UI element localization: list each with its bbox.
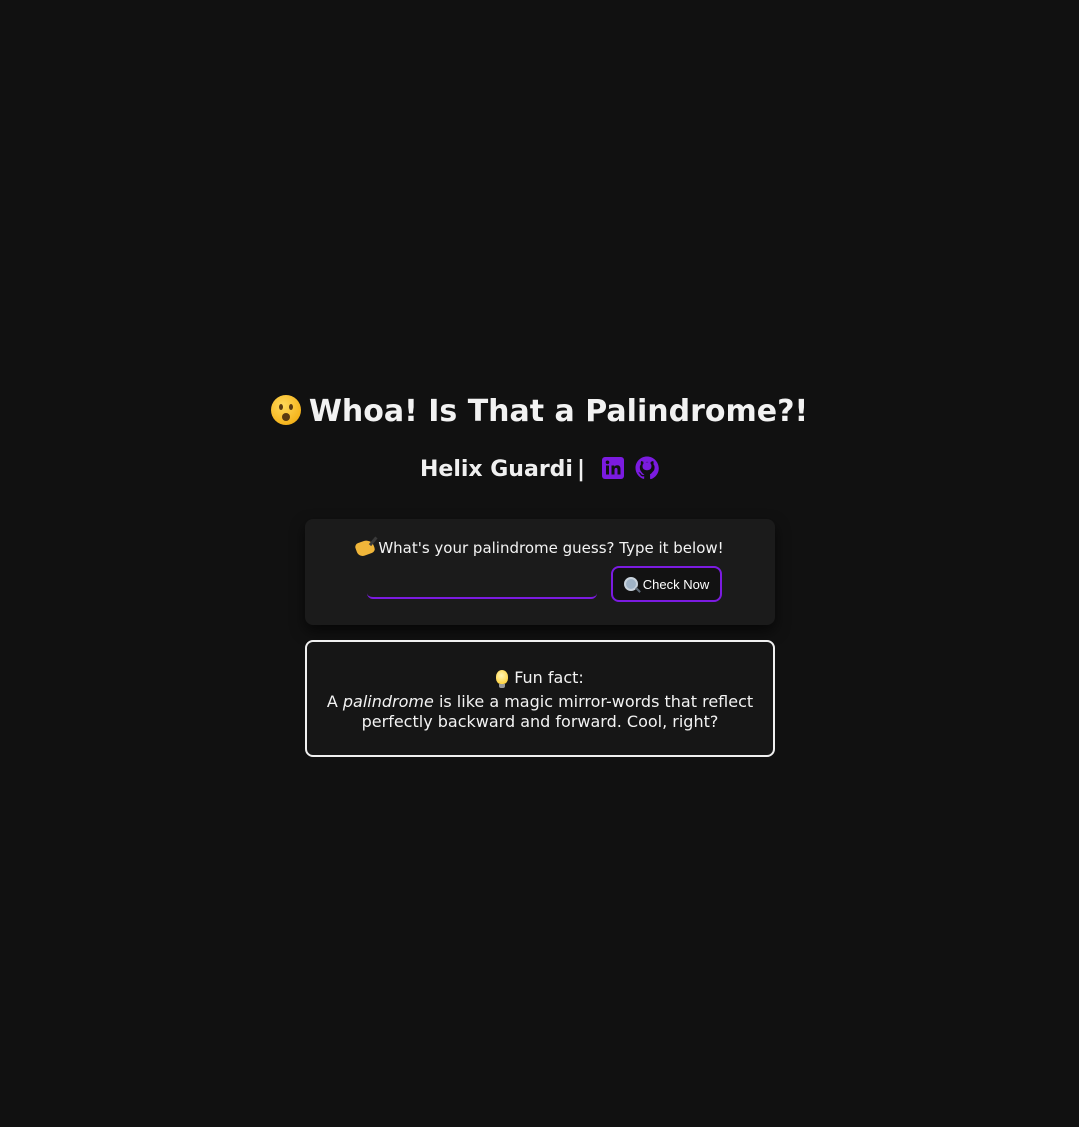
check-now-button[interactable]: Check Now [611, 566, 722, 602]
writing-hand-icon [354, 538, 377, 558]
fun-fact-text: A palindrome is like a magic mirror-word… [323, 692, 757, 732]
github-icon[interactable] [635, 456, 659, 480]
magnifier-icon [623, 576, 638, 591]
guess-card: What's your palindrome guess? Type it be… [305, 519, 775, 625]
author-line: Helix Guardi | [0, 452, 1079, 488]
guess-prompt-text: What's your palindrome guess? Type it be… [378, 539, 724, 557]
fun-fact-title-text: Fun fact: [514, 668, 584, 687]
title-text: Whoa! Is That a Palindrome?! [308, 394, 809, 429]
linkedin-icon[interactable] [601, 456, 625, 480]
check-now-label: Check Now [642, 576, 710, 592]
author-name: Helix Guardi [419, 457, 573, 482]
page-title: Whoa! Is That a Palindrome?! [0, 390, 1079, 434]
hushed-face-icon [270, 395, 301, 425]
palindrome-input[interactable] [367, 567, 597, 599]
separator: | [576, 457, 585, 482]
page: Whoa! Is That a Palindrome?! Helix Guard… [0, 0, 1079, 1127]
guess-prompt: What's your palindrome guess? Type it be… [305, 538, 775, 558]
fact-prefix: A [326, 692, 338, 711]
fun-fact-card: Fun fact: A palindrome is like a magic m… [305, 640, 775, 757]
fact-emphasis: palindrome [342, 692, 434, 711]
fun-fact-title: Fun fact: [307, 668, 773, 688]
light-bulb-icon [496, 670, 509, 688]
